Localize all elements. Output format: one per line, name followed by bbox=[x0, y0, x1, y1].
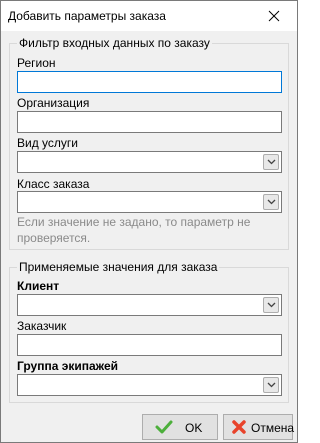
client-dropdown[interactable] bbox=[17, 294, 282, 316]
organization-field[interactable] bbox=[17, 111, 282, 133]
customer-field[interactable] bbox=[17, 334, 282, 356]
order-class-label: Класс заказа bbox=[17, 177, 90, 191]
ok-button[interactable]: OK bbox=[142, 414, 218, 440]
close-icon bbox=[268, 10, 280, 22]
title-bar: Добавить параметры заказа bbox=[1, 1, 297, 31]
organization-label: Организация bbox=[17, 96, 90, 110]
organization-input[interactable] bbox=[18, 112, 281, 132]
order-class-dropdown-button[interactable] bbox=[263, 194, 279, 210]
red-x-icon bbox=[232, 420, 246, 434]
cancel-button[interactable]: Отмена bbox=[223, 414, 295, 440]
checkmark-icon bbox=[155, 420, 173, 434]
chevron-down-icon bbox=[267, 302, 276, 308]
service-type-dropdown-button[interactable] bbox=[263, 154, 279, 170]
chevron-down-icon bbox=[267, 199, 276, 205]
crew-group-label: Группа экипажей bbox=[17, 359, 119, 373]
crew-group-dropdown[interactable] bbox=[17, 374, 282, 396]
ok-button-label: OK bbox=[185, 421, 203, 435]
crew-group-dropdown-button[interactable] bbox=[263, 377, 279, 393]
service-type-dropdown[interactable] bbox=[17, 151, 282, 173]
order-class-dropdown[interactable] bbox=[17, 191, 282, 213]
client-dropdown-button[interactable] bbox=[263, 297, 279, 313]
applied-group-title: Применяемые значения для заказа bbox=[17, 260, 220, 274]
cancel-button-label: Отмена bbox=[251, 421, 295, 435]
chevron-down-icon bbox=[267, 382, 276, 388]
region-field[interactable] bbox=[17, 71, 282, 93]
close-button[interactable] bbox=[251, 1, 297, 31]
hint-text: Если значение не задано, то параметр не … bbox=[17, 215, 251, 245]
client-label: Клиент bbox=[17, 279, 60, 293]
region-label: Регион bbox=[17, 56, 56, 70]
customer-label: Заказчик bbox=[17, 319, 67, 333]
customer-input[interactable] bbox=[18, 335, 281, 355]
chevron-down-icon bbox=[267, 159, 276, 165]
filter-group-title: Фильтр входных данных по заказу bbox=[17, 36, 212, 50]
window-title: Добавить параметры заказа bbox=[8, 9, 166, 23]
region-input[interactable] bbox=[18, 72, 281, 92]
dialog-window: Добавить параметры заказа Фильтр входных… bbox=[0, 0, 298, 443]
service-type-label: Вид услуги bbox=[17, 136, 78, 150]
